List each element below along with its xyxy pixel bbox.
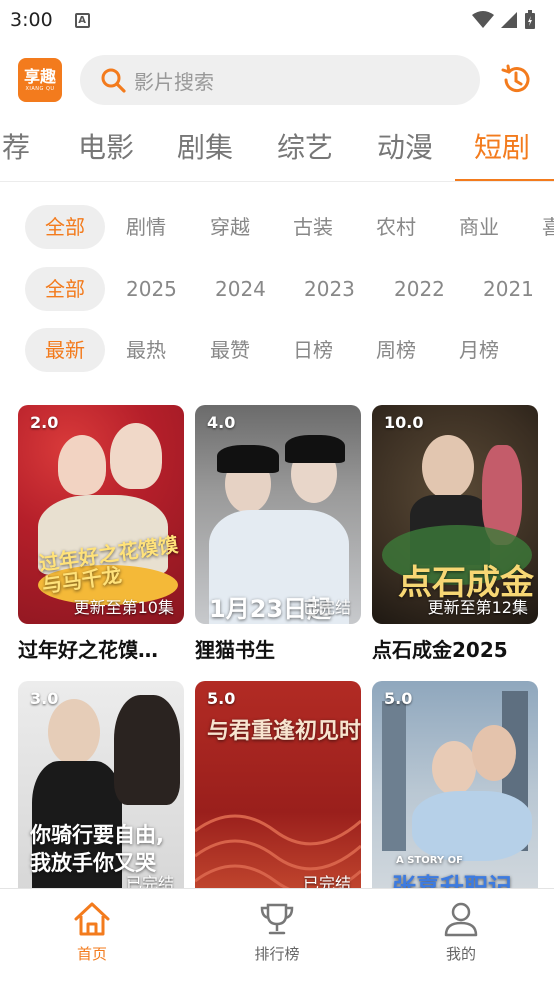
search-input[interactable]: 影片搜索: [80, 55, 480, 105]
sort-chip[interactable]: 日榜: [293, 328, 333, 372]
drama-card[interactable]: 过年好之花馍馍与马千龙 2.0 更新至第10集 过年好之花馍…: [18, 405, 184, 663]
bottom-nav: 首页 排行榜 我的: [0, 888, 554, 986]
year-chip[interactable]: 2025: [126, 267, 177, 311]
active-tab-indicator: [455, 179, 554, 181]
user-icon: [444, 902, 478, 937]
poster-hair: [114, 695, 180, 805]
nav-profile[interactable]: 我的: [401, 899, 521, 964]
category-tabs: 荐 电影 剧集 综艺 动漫 短剧: [0, 118, 554, 182]
year-chip-all[interactable]: 全部: [25, 267, 105, 311]
drama-poster[interactable]: 点石成金 10.0 更新至第12集: [372, 405, 538, 624]
status-icons: [472, 10, 536, 30]
year-chip[interactable]: 2024: [215, 267, 266, 311]
app-logo[interactable]: 享趣 XIANG QU: [18, 58, 62, 102]
tab-recommend[interactable]: 荐: [2, 126, 30, 166]
drama-card[interactable]: 你骑行要自由, 我放手你又哭 3.0 已完结: [18, 681, 184, 900]
genre-chip[interactable]: 剧情: [126, 205, 166, 249]
battery-icon: [525, 10, 535, 29]
genre-chip[interactable]: 古装: [293, 205, 333, 249]
header: 享趣 XIANG QU 影片搜索: [0, 52, 554, 108]
sort-chip-latest[interactable]: 最新: [25, 328, 105, 372]
tab-anime[interactable]: 动漫: [377, 126, 433, 166]
sort-chip[interactable]: 周榜: [376, 328, 416, 372]
drama-title[interactable]: 点石成金2025: [372, 634, 538, 663]
home-icon: [74, 902, 110, 936]
status-bar: 3:00 A: [0, 0, 554, 40]
drama-poster[interactable]: 你骑行要自由, 我放手你又哭 3.0 已完结: [18, 681, 184, 900]
episode-status: 已完结: [302, 598, 351, 617]
poster-figure: [58, 435, 106, 495]
genre-chip[interactable]: 穿越: [210, 205, 250, 249]
drama-poster[interactable]: 与君重逢初见时 5.0 已完结: [195, 681, 361, 900]
search-placeholder: 影片搜索: [134, 69, 214, 94]
year-chip[interactable]: 2022: [394, 267, 445, 311]
rating-badge: 10.0: [384, 413, 424, 432]
drama-title[interactable]: 过年好之花馍…: [18, 634, 184, 663]
drama-card[interactable]: A STORY OF 张喜升职记 5.0: [372, 681, 538, 900]
episode-status: 更新至第10集: [73, 598, 174, 617]
sort-filter-row: 最新 最热 最赞 日榜 周榜 月榜: [0, 328, 554, 372]
drama-card[interactable]: 与君重逢初见时 5.0 已完结: [195, 681, 361, 900]
genre-chip[interactable]: 商业: [459, 205, 499, 249]
poster-title-art: 与君重逢初见时: [207, 719, 361, 744]
search-icon: [101, 68, 126, 93]
nav-profile-label: 我的: [445, 945, 476, 963]
tab-movie[interactable]: 电影: [78, 126, 134, 166]
episode-status: 更新至第12集: [427, 598, 528, 617]
sort-chip[interactable]: 最热: [126, 328, 166, 372]
poster-figure-body: [412, 791, 532, 861]
year-filter-row: 全部 2025 2024 2023 2022 2021: [0, 267, 554, 311]
drama-card[interactable]: 点石成金 10.0 更新至第12集 点石成金2025: [372, 405, 538, 663]
poster-title-art-line1: 你骑行要自由,: [30, 823, 164, 847]
drama-title[interactable]: 狸猫书生: [195, 634, 361, 663]
genre-chip[interactable]: 农村: [376, 205, 416, 249]
nav-home-label: 首页: [76, 945, 107, 963]
poster-subtitle-art: A STORY OF: [396, 855, 463, 866]
year-chip[interactable]: 2021: [483, 267, 534, 311]
tab-short-drama[interactable]: 短剧: [474, 126, 530, 166]
poster-figure: [48, 699, 100, 765]
poster-building: [382, 701, 406, 851]
drama-card[interactable]: 1月23日起 4.0 已完结 狸猫书生: [195, 405, 361, 663]
logo-subtext: XIANG QU: [25, 85, 55, 92]
sort-chip[interactable]: 最赞: [210, 328, 250, 372]
nav-home[interactable]: 首页: [32, 899, 152, 964]
nav-ranking-label: 排行榜: [254, 945, 300, 963]
status-time: 3:00: [10, 9, 53, 31]
rating-badge: 3.0: [30, 689, 59, 708]
history-icon[interactable]: [498, 62, 534, 98]
year-chip[interactable]: 2023: [304, 267, 355, 311]
rating-badge: 5.0: [384, 689, 413, 708]
genre-chip-all[interactable]: 全部: [25, 205, 105, 249]
poster-figure: [472, 725, 516, 781]
drama-poster[interactable]: A STORY OF 张喜升职记 5.0: [372, 681, 538, 900]
tab-series[interactable]: 剧集: [177, 126, 233, 166]
drama-poster[interactable]: 过年好之花馍馍与马千龙 2.0 更新至第10集: [18, 405, 184, 624]
nav-ranking[interactable]: 排行榜: [217, 899, 337, 964]
sort-chip[interactable]: 月榜: [459, 328, 499, 372]
poster-hat: [285, 435, 345, 463]
wifi-icon: [472, 11, 494, 28]
genre-filter-row: 全部 剧情 穿越 古装 农村 商业 喜: [0, 205, 554, 249]
tab-variety[interactable]: 综艺: [277, 126, 333, 166]
drama-poster[interactable]: 1月23日起 4.0 已完结: [195, 405, 361, 624]
poster-figure: [432, 741, 476, 795]
poster-figure: [422, 435, 474, 499]
notification-icon: A: [74, 12, 90, 28]
poster-hat: [217, 445, 279, 473]
rating-badge: 2.0: [30, 413, 59, 432]
logo-text: 享趣: [23, 66, 56, 86]
genre-chip[interactable]: 喜: [542, 205, 554, 249]
signal-icon: [501, 12, 517, 28]
rating-badge: 4.0: [207, 413, 236, 432]
poster-figure: [110, 423, 162, 489]
trophy-icon: [260, 903, 294, 935]
rating-badge: 5.0: [207, 689, 236, 708]
